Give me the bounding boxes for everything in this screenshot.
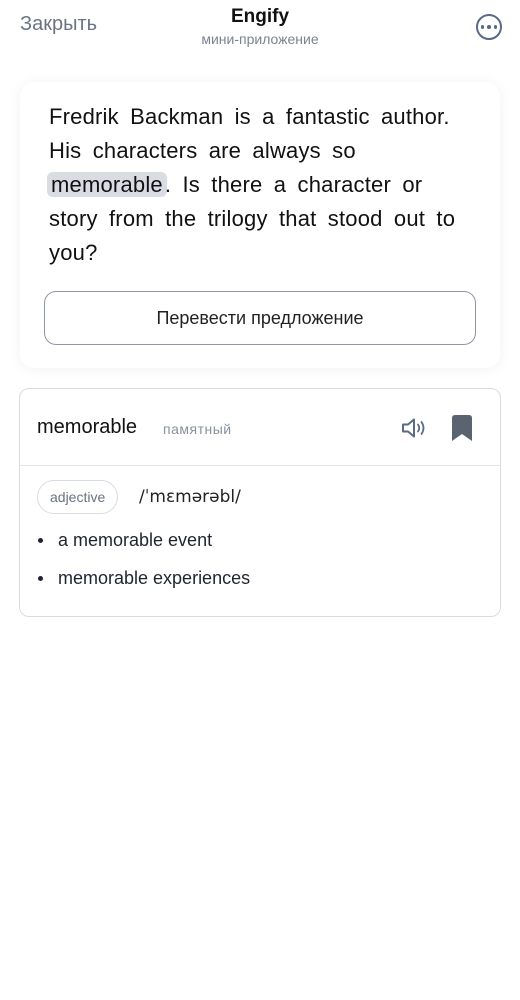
more-icon[interactable] (476, 14, 502, 40)
header: Закрыть Engify мини-приложение (0, 0, 520, 60)
more-dot (493, 25, 498, 29)
sentence-card: Fredrik Backman is a fantastic author. H… (20, 82, 500, 368)
app-subtitle: мини-приложение (201, 31, 319, 47)
word-card-header: memorable памятный (20, 389, 500, 466)
title-block: Engify мини-приложение (0, 6, 520, 47)
word-title: memorable (37, 416, 138, 438)
sentence-text: Fredrik Backman is a fantastic author. H… (47, 100, 469, 270)
part-of-speech-badge: adjective (37, 480, 119, 514)
example-text: a memorable event (58, 530, 213, 550)
examples-list: a memorable event memorable experiences (37, 528, 250, 604)
more-dot (487, 25, 491, 29)
more-dot (480, 25, 485, 29)
speaker-icon[interactable] (401, 417, 429, 444)
app-title: Engify (230, 6, 290, 27)
bullet-icon (38, 576, 43, 581)
bookmark-icon[interactable] (451, 414, 473, 447)
transcription: /ˈmɛmərəbl/ (139, 487, 241, 507)
word-card: memorable памятный adjective /ˈmɛmərəbl/… (19, 388, 501, 617)
example-item: a memorable event (37, 528, 250, 566)
bullet-icon (38, 538, 43, 543)
example-text: memorable experiences (58, 568, 251, 588)
sentence-before[interactable]: Fredrik Backman is a fantastic author. H… (49, 104, 450, 163)
translate-sentence-button[interactable]: Перевести предложение (44, 291, 476, 345)
highlighted-word[interactable]: memorable (47, 172, 167, 197)
word-translation: памятный (163, 421, 232, 437)
example-item: memorable experiences (37, 566, 250, 604)
